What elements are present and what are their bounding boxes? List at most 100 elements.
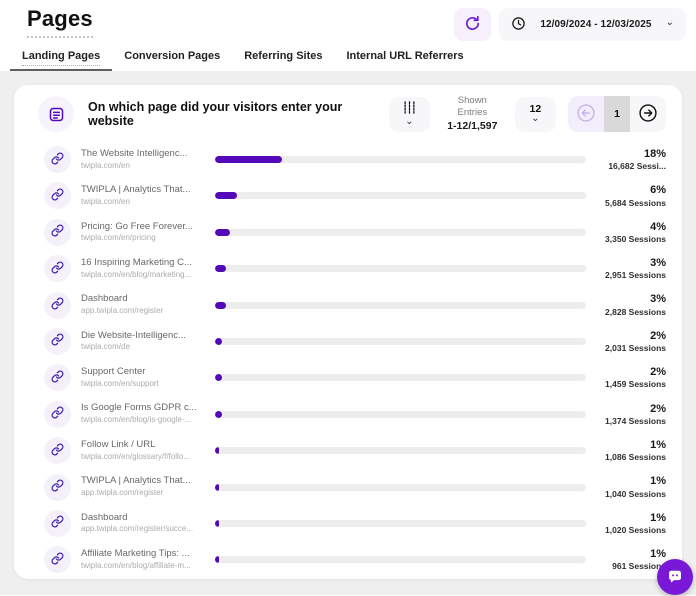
tab-referring-sites[interactable]: Referring Sites [232, 41, 334, 71]
row-title: Follow Link / URL [81, 439, 207, 452]
page-link-button[interactable] [44, 437, 71, 464]
row-values: 1% 1,086 Sessions [596, 438, 666, 463]
date-range-picker[interactable]: 12/09/2024 - 12/03/2025 ⌄ [499, 8, 686, 41]
chat-widget-button[interactable] [657, 559, 693, 595]
page-info: Is Google Forms GDPR c... twipla.com/en/… [81, 402, 207, 426]
header-actions: 12/09/2024 - 12/03/2025 ⌄ [454, 8, 686, 41]
bar-fill [215, 411, 222, 418]
page-info: Die Website-Intelligenc... twipla.com/de [81, 330, 207, 354]
page-info: Dashboard app.twipla.com/register/succe.… [81, 512, 207, 536]
page-link-button[interactable] [44, 146, 71, 173]
chat-bubble-icon [666, 567, 684, 588]
shown-entries-label: Shown Entries [442, 95, 503, 120]
link-icon [51, 297, 64, 313]
bar-track [215, 302, 586, 309]
tab-conversion-pages[interactable]: Conversion Pages [112, 41, 232, 71]
bar-wrap [215, 556, 586, 563]
row-sessions: 1,040 Sessions [596, 489, 666, 500]
page-link-button[interactable] [44, 474, 71, 501]
row-percent: 2% [596, 365, 666, 379]
table-row: 16 Inspiring Marketing C... twipla.com/e… [38, 251, 666, 287]
page-link-button[interactable] [44, 546, 71, 573]
tab-landing-pages[interactable]: Landing Pages [10, 41, 112, 71]
bar-fill [215, 374, 222, 381]
page-info: TWIPLA | Analytics That... twipla.com/en [81, 184, 207, 208]
shown-entries-value: 1-12/1,597 [442, 120, 503, 134]
page-info: Dashboard app.twipla.com/register [81, 293, 207, 317]
page-link-button[interactable] [44, 510, 71, 537]
row-values: 2% 1,459 Sessions [596, 365, 666, 390]
chevron-down-icon: ⌄ [666, 18, 674, 28]
row-sessions: 3,350 Sessions [596, 234, 666, 245]
page-link-button[interactable] [44, 292, 71, 319]
row-url: twipla.com/de [81, 342, 207, 353]
row-title: TWIPLA | Analytics That... [81, 475, 207, 488]
bar-track [215, 520, 586, 527]
page-info: TWIPLA | Analytics That... app.twipla.co… [81, 475, 207, 499]
landing-pages-card: On which page did your visitors enter yo… [14, 85, 682, 579]
row-percent: 6% [596, 183, 666, 197]
row-percent: 3% [596, 292, 666, 306]
link-icon [51, 515, 64, 531]
bar-track [215, 265, 586, 272]
filter-button[interactable]: ⌄ [389, 97, 431, 132]
page-info: Follow Link / URL twipla.com/en/glossary… [81, 439, 207, 463]
bar-wrap [215, 374, 586, 381]
tab-label: Referring Sites [244, 50, 322, 62]
row-title: Is Google Forms GDPR c... [81, 402, 207, 415]
row-title: TWIPLA | Analytics That... [81, 184, 207, 197]
row-percent: 1% [596, 511, 666, 525]
bar-fill [215, 156, 282, 163]
pagination: 1 [568, 96, 666, 132]
row-sessions: 1,459 Sessions [596, 379, 666, 390]
link-icon [51, 370, 64, 386]
link-icon [51, 261, 64, 277]
link-icon [51, 224, 64, 240]
previous-page-button[interactable] [568, 96, 604, 132]
row-percent: 2% [596, 402, 666, 416]
chevron-down-icon: ⌄ [405, 117, 413, 127]
page-size-select[interactable]: 12 ⌄ [515, 97, 557, 132]
table-row: Is Google Forms GDPR c... twipla.com/en/… [38, 396, 666, 432]
bar-fill [215, 447, 219, 454]
bar-fill [215, 338, 222, 345]
row-title: 16 Inspiring Marketing C... [81, 257, 207, 270]
bar-fill [215, 265, 226, 272]
row-url: twipla.com/en/blog/marketing... [81, 270, 207, 281]
tab-bar: Landing Pages Conversion Pages Referring… [0, 41, 696, 71]
page-info: Pricing: Go Free Forever... twipla.com/e… [81, 221, 207, 245]
page-link-button[interactable] [44, 364, 71, 391]
page-link-button[interactable] [44, 328, 71, 355]
row-url: app.twipla.com/register [81, 306, 207, 317]
card-header-controls: ⌄ Shown Entries 1-12/1,597 12 ⌄ [389, 95, 666, 133]
row-title: Die Website-Intelligenc... [81, 330, 207, 343]
table-row: Dashboard app.twipla.com/register/succe.… [38, 505, 666, 541]
bar-track [215, 411, 586, 418]
row-url: twipla.com/en/glossary/f/follo... [81, 452, 207, 463]
bar-track [215, 374, 586, 381]
row-url: app.twipla.com/register [81, 488, 207, 499]
bar-fill [215, 192, 237, 199]
next-page-button[interactable] [630, 96, 666, 132]
page-link-button[interactable] [44, 401, 71, 428]
card-title: On which page did your visitors enter yo… [88, 100, 389, 128]
bar-track [215, 156, 586, 163]
page-link-button[interactable] [44, 255, 71, 282]
refresh-button[interactable] [454, 8, 491, 41]
bar-fill [215, 556, 219, 563]
page-link-button[interactable] [44, 182, 71, 209]
page-link-button[interactable] [44, 219, 71, 246]
link-icon [51, 479, 64, 495]
bar-wrap [215, 302, 586, 309]
row-title: Affiliate Marketing Tips: ... [81, 548, 207, 561]
row-sessions: 961 Sessions [596, 561, 666, 572]
row-title: Support Center [81, 366, 207, 379]
bar-track [215, 338, 586, 345]
row-percent: 1% [596, 547, 666, 561]
bar-track [215, 484, 586, 491]
row-percent: 3% [596, 256, 666, 270]
document-icon [38, 96, 74, 132]
page-info: Affiliate Marketing Tips: ... twipla.com… [81, 548, 207, 572]
tab-internal-url-referrers[interactable]: Internal URL Referrers [334, 41, 475, 71]
bar-track [215, 192, 586, 199]
